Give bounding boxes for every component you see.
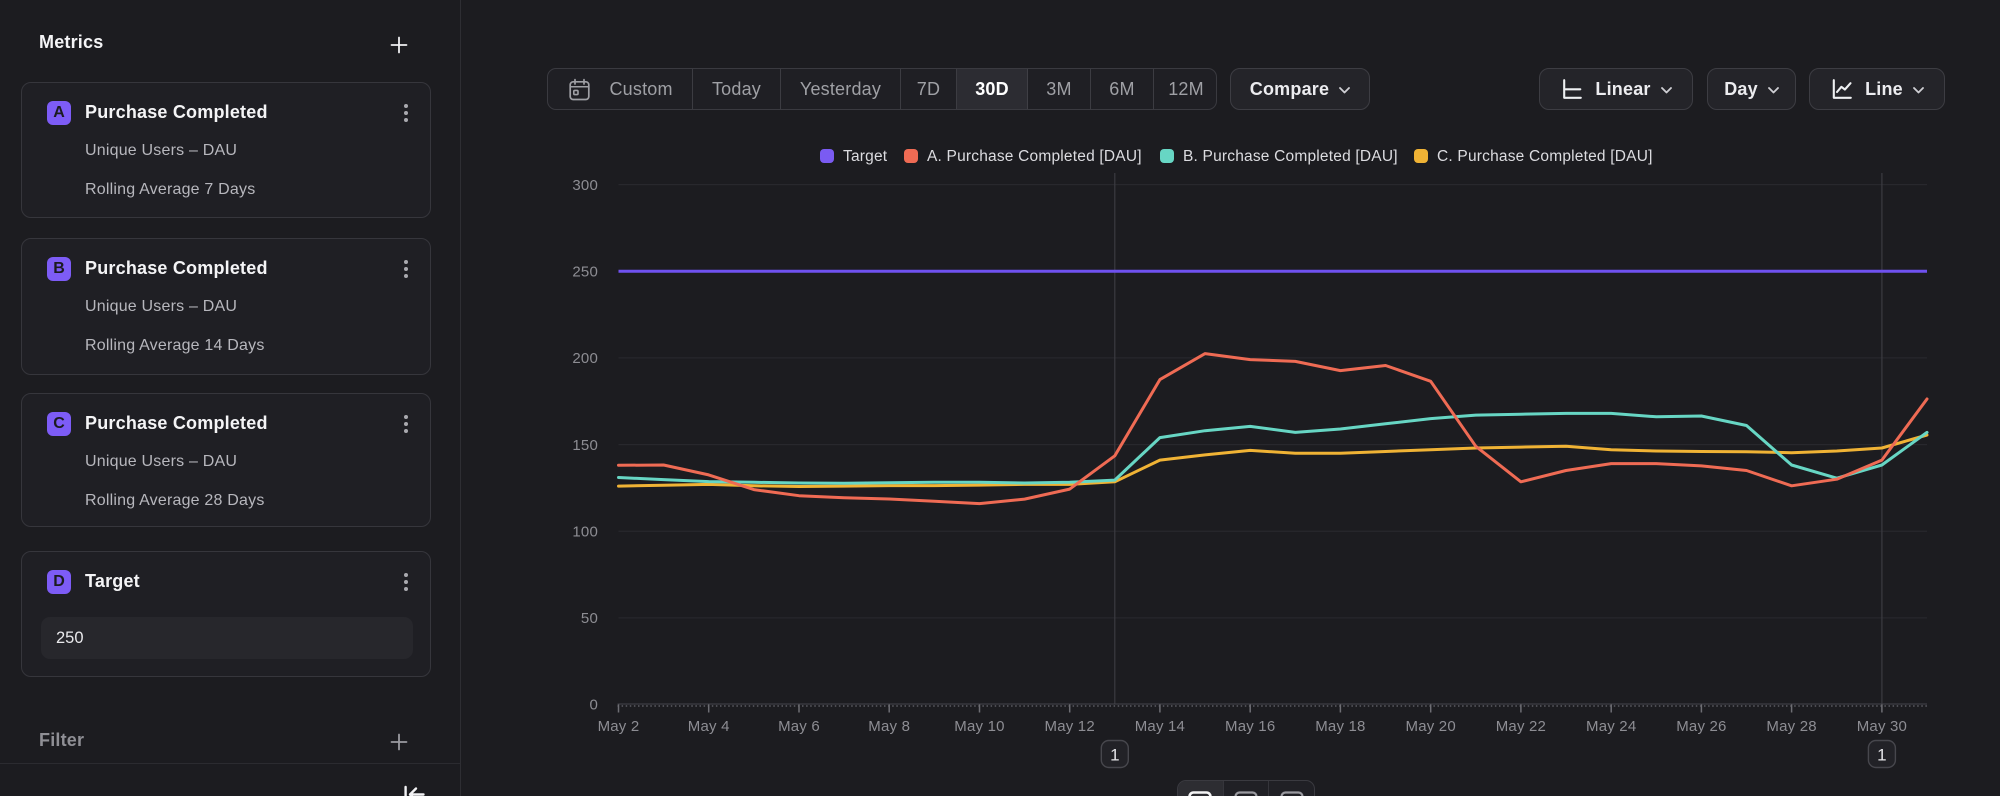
svg-text:300: 300 (572, 177, 598, 194)
svg-text:May 10: May 10 (954, 718, 1004, 735)
svg-text:May 14: May 14 (1135, 718, 1185, 735)
svg-text:May 30: May 30 (1857, 718, 1907, 735)
svg-text:1: 1 (1110, 746, 1119, 765)
svg-text:200: 200 (572, 350, 598, 367)
svg-text:May 18: May 18 (1315, 718, 1365, 735)
svg-text:1: 1 (1877, 746, 1886, 765)
svg-text:0: 0 (589, 697, 598, 714)
svg-text:May 16: May 16 (1225, 718, 1275, 735)
svg-text:May 24: May 24 (1586, 718, 1636, 735)
svg-text:250: 250 (572, 263, 598, 280)
svg-text:May 6: May 6 (778, 718, 820, 735)
svg-text:May 4: May 4 (688, 718, 730, 735)
svg-text:50: 50 (581, 610, 598, 627)
svg-text:150: 150 (572, 437, 598, 454)
svg-text:May 22: May 22 (1496, 718, 1546, 735)
svg-text:May 20: May 20 (1406, 718, 1456, 735)
svg-text:May 28: May 28 (1766, 718, 1816, 735)
svg-text:May 12: May 12 (1045, 718, 1095, 735)
svg-text:May 26: May 26 (1676, 718, 1726, 735)
svg-text:May 8: May 8 (868, 718, 910, 735)
svg-text:May 2: May 2 (598, 718, 640, 735)
svg-text:100: 100 (572, 523, 598, 540)
